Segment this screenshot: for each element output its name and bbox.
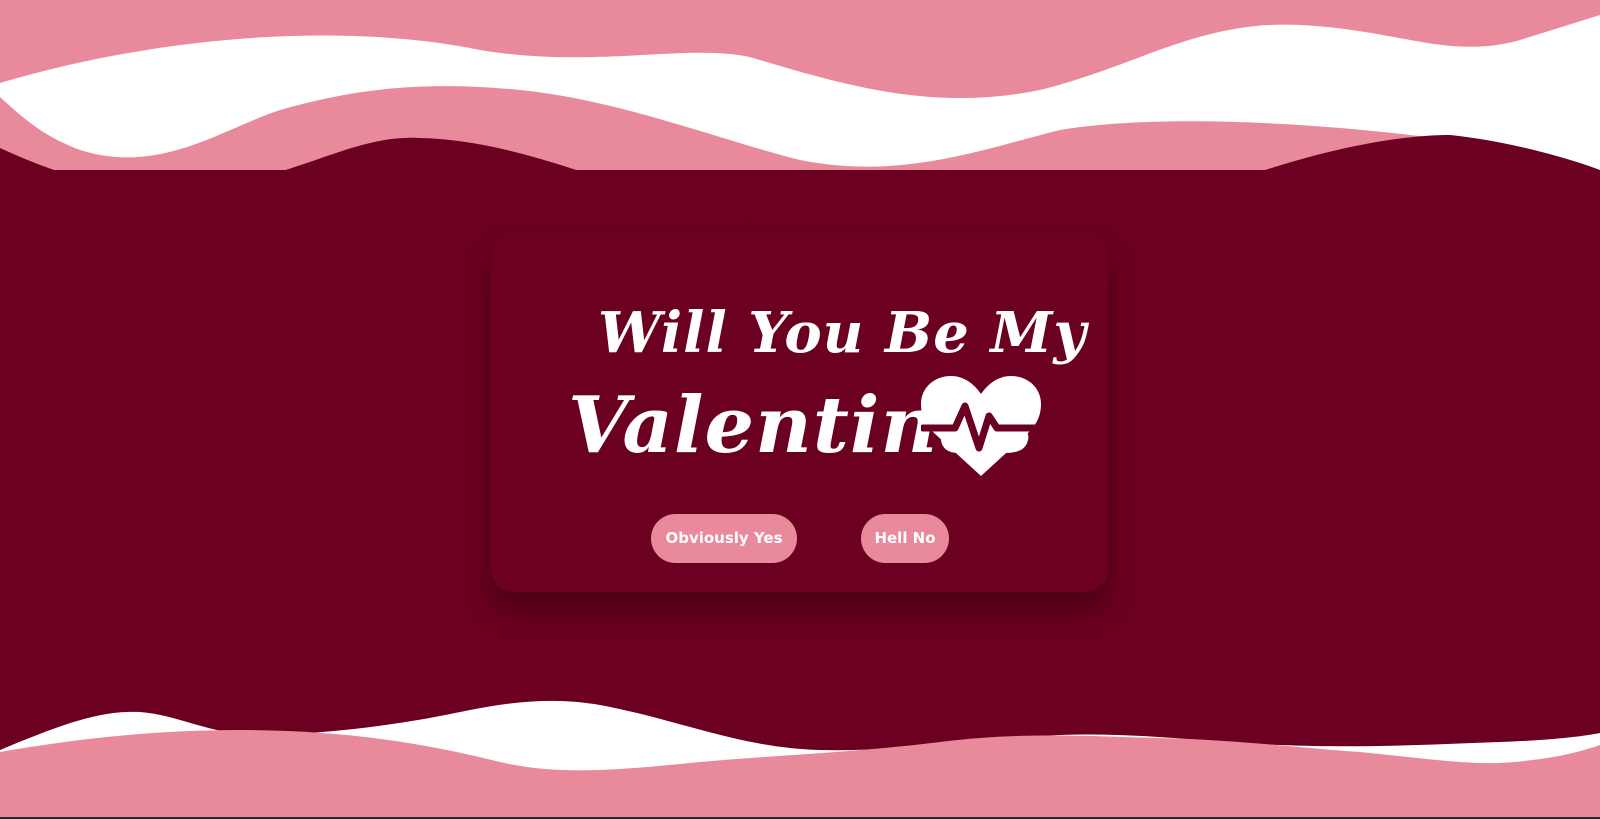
obviously-yes-button[interactable]: Obviously Yes bbox=[651, 514, 797, 563]
valentine-page: Will You Be My Valentines Obviously Yes … bbox=[0, 0, 1600, 819]
title-line-1: Will You Be My bbox=[598, 300, 1087, 366]
heart-pulse-icon bbox=[921, 376, 1041, 476]
hell-no-button[interactable]: Hell No bbox=[861, 514, 949, 563]
